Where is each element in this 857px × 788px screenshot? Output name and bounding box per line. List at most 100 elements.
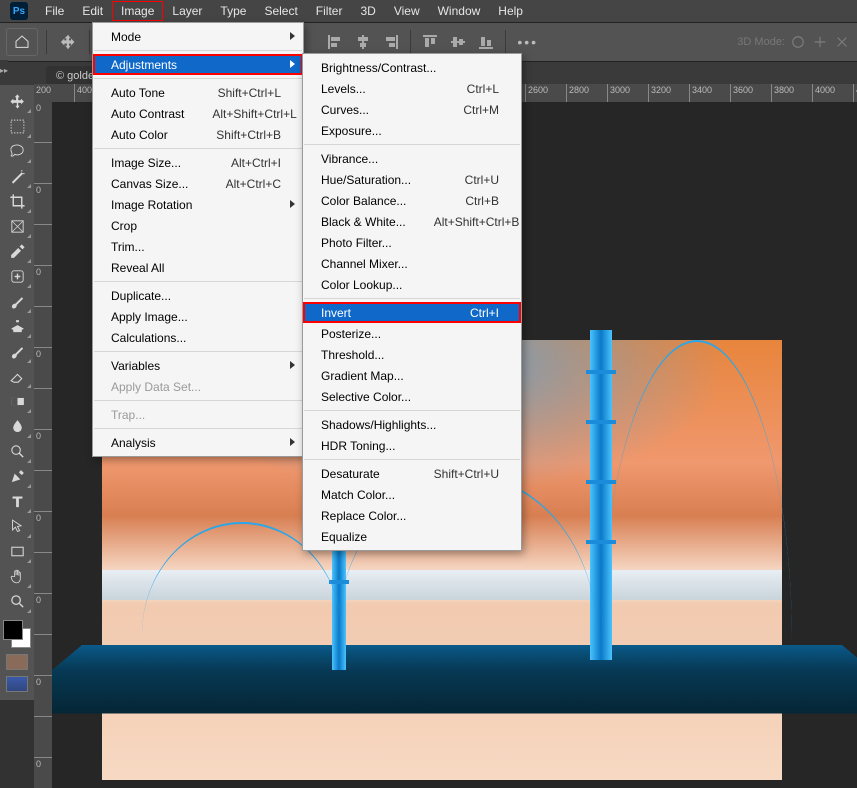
menu-item-label: Reveal All [111, 261, 164, 275]
adjust-menu-shadows-highlights[interactable]: Shadows/Highlights... [303, 414, 521, 435]
ruler-tick-label: 0 [36, 104, 41, 113]
image-menu-auto-color[interactable]: Auto ColorShift+Ctrl+B [93, 124, 303, 145]
eraser-tool[interactable] [2, 364, 32, 389]
menubar-item-3d[interactable]: 3D [351, 1, 384, 21]
menubar-item-view[interactable]: View [385, 1, 429, 21]
align-left-icon[interactable] [324, 31, 346, 53]
menu-item-shortcut: Shift+Ctrl+U [406, 467, 499, 481]
menubar-item-type[interactable]: Type [211, 1, 255, 21]
image-menu-canvas-size[interactable]: Canvas Size... Alt+Ctrl+C [93, 173, 303, 194]
menu-item-shortcut: Alt+Ctrl+C [198, 177, 281, 191]
image-menu-image-size[interactable]: Image Size...Alt+Ctrl+I [93, 152, 303, 173]
adjust-menu-desaturate[interactable]: DesaturateShift+Ctrl+U [303, 463, 521, 484]
adjust-menu-replace-color[interactable]: Replace Color... [303, 505, 521, 526]
image-menu-calculations[interactable]: Calculations... [93, 327, 303, 348]
color-swatches[interactable] [3, 620, 31, 648]
align-bottom-icon[interactable] [475, 31, 497, 53]
adjust-menu-curves[interactable]: Curves...Ctrl+M [303, 99, 521, 120]
dodge-tool[interactable] [2, 439, 32, 464]
align-right-icon[interactable] [380, 31, 402, 53]
menubar-item-file[interactable]: File [36, 1, 73, 21]
menubar-item-layer[interactable]: Layer [163, 1, 211, 21]
adjust-menu-hue-saturation[interactable]: Hue/Saturation...Ctrl+U [303, 169, 521, 190]
type-tool[interactable] [2, 489, 32, 514]
menubar-item-window[interactable]: Window [429, 1, 490, 21]
adjust-menu-hdr-toning[interactable]: HDR Toning... [303, 435, 521, 456]
menubar-item-help[interactable]: Help [489, 1, 532, 21]
image-menu-duplicate[interactable]: Duplicate... [93, 285, 303, 306]
adjust-menu-vibrance[interactable]: Vibrance... [303, 148, 521, 169]
image-menu-auto-contrast[interactable]: Auto ContrastAlt+Shift+Ctrl+L [93, 103, 303, 124]
image-menu-reveal-all[interactable]: Reveal All [93, 257, 303, 278]
hand-tool[interactable] [2, 564, 32, 589]
image-menu-analysis[interactable]: Analysis [93, 432, 303, 453]
menubar-item-select[interactable]: Select [255, 1, 306, 21]
spot-healing-tool[interactable] [2, 264, 32, 289]
image-menu-variables[interactable]: Variables [93, 355, 303, 376]
gradient-tool[interactable] [2, 389, 32, 414]
foreground-color-swatch[interactable] [3, 620, 23, 640]
menu-image: ModeAdjustmentsAuto ToneShift+Ctrl+LAuto… [92, 22, 304, 457]
adjust-menu-channel-mixer[interactable]: Channel Mixer... [303, 253, 521, 274]
menu-separator [94, 50, 302, 51]
adjust-menu-black-white[interactable]: Black & White...Alt+Shift+Ctrl+B [303, 211, 521, 232]
adjust-menu-equalize[interactable]: Equalize [303, 526, 521, 547]
adjust-menu-brightness-contrast[interactable]: Brightness/Contrast... [303, 57, 521, 78]
menubar-item-edit[interactable]: Edit [73, 1, 112, 21]
more-options-icon[interactable]: ••• [514, 31, 542, 53]
menu-item-label: Match Color... [321, 488, 395, 502]
zoom-tool[interactable] [2, 589, 32, 614]
orbit-3d-icon[interactable] [789, 33, 807, 51]
blur-tool[interactable] [2, 414, 32, 439]
adjust-menu-gradient-map[interactable]: Gradient Map... [303, 365, 521, 386]
adjust-menu-levels[interactable]: Levels...Ctrl+L [303, 78, 521, 99]
image-menu-crop[interactable]: Crop [93, 215, 303, 236]
move-tool[interactable] [2, 89, 32, 114]
adjust-menu-threshold[interactable]: Threshold... [303, 344, 521, 365]
image-menu-trim[interactable]: Trim... [93, 236, 303, 257]
ruler-tick-label: 200 [36, 85, 51, 95]
menu-item-label: Equalize [321, 530, 367, 544]
move-tool-icon[interactable] [55, 29, 81, 55]
image-menu-auto-tone[interactable]: Auto ToneShift+Ctrl+L [93, 82, 303, 103]
adjust-menu-posterize[interactable]: Posterize... [303, 323, 521, 344]
pan-3d-icon[interactable] [811, 33, 829, 51]
adjust-menu-color-lookup[interactable]: Color Lookup... [303, 274, 521, 295]
marquee-tool[interactable] [2, 114, 32, 139]
magic-wand-tool[interactable] [2, 164, 32, 189]
adjust-menu-color-balance[interactable]: Color Balance...Ctrl+B [303, 190, 521, 211]
ruler-tick-label: 0 [36, 596, 41, 605]
image-menu-adjustments[interactable]: Adjustments [93, 54, 303, 75]
rectangle-tool[interactable] [2, 539, 32, 564]
image-menu-mode[interactable]: Mode [93, 26, 303, 47]
adjust-menu-invert[interactable]: InvertCtrl+I [303, 302, 521, 323]
menu-item-shortcut: Ctrl+U [437, 173, 499, 187]
quick-mask-icon[interactable] [6, 654, 28, 692]
clone-stamp-tool[interactable] [2, 314, 32, 339]
history-brush-tool[interactable] [2, 339, 32, 364]
adjust-menu-match-color[interactable]: Match Color... [303, 484, 521, 505]
slide-3d-icon[interactable] [833, 33, 851, 51]
brush-tool[interactable] [2, 289, 32, 314]
menu-item-label: Black & White... [321, 215, 406, 229]
align-center-v-icon[interactable] [447, 31, 469, 53]
home-button[interactable] [6, 28, 38, 56]
adjust-menu-exposure[interactable]: Exposure... [303, 120, 521, 141]
adjust-menu-selective-color[interactable]: Selective Color... [303, 386, 521, 407]
align-center-h-icon[interactable] [352, 31, 374, 53]
image-menu-image-rotation[interactable]: Image Rotation [93, 194, 303, 215]
path-select-tool[interactable] [2, 514, 32, 539]
menubar-item-filter[interactable]: Filter [307, 1, 352, 21]
frame-tool[interactable] [2, 214, 32, 239]
panel-expand-icon[interactable]: ▸▸ [0, 60, 8, 80]
align-top-icon[interactable] [419, 31, 441, 53]
image-menu-apply-image[interactable]: Apply Image... [93, 306, 303, 327]
eyedropper-tool[interactable] [2, 239, 32, 264]
menu-item-label: Canvas Size... [111, 177, 188, 191]
ruler-tick-label: 3000 [610, 85, 630, 95]
crop-tool[interactable] [2, 189, 32, 214]
menubar-item-image[interactable]: Image [112, 1, 163, 21]
lasso-tool[interactable] [2, 139, 32, 164]
pen-tool[interactable] [2, 464, 32, 489]
adjust-menu-photo-filter[interactable]: Photo Filter... [303, 232, 521, 253]
